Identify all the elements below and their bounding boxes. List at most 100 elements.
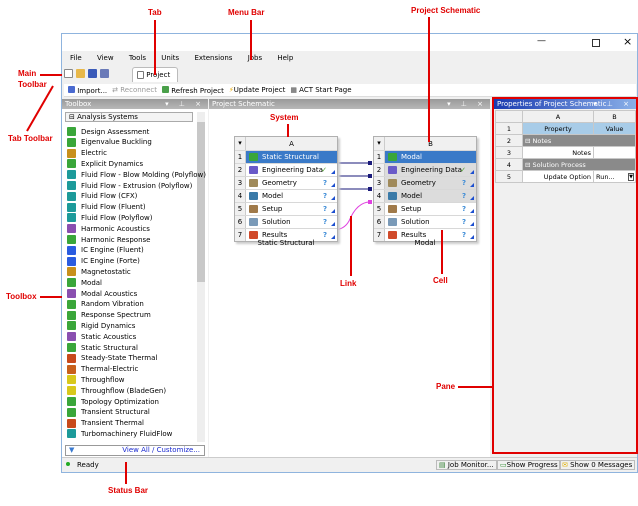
toolbox-item[interactable]: Modal Acoustics: [67, 288, 137, 299]
toolbox-item[interactable]: Fluid Flow - Blow Molding (Polyflow): [67, 169, 206, 180]
toolbox-header: Toolbox ▾ ⊥ ×: [62, 99, 208, 109]
toolbox-item[interactable]: Steady-State Thermal: [67, 353, 157, 364]
toolbox-item[interactable]: Random Vibration: [67, 299, 144, 310]
menu-tools[interactable]: Tools: [129, 54, 146, 62]
toolbox-item[interactable]: Fluid Flow - Extrusion (Polyflow): [67, 180, 192, 191]
analysis-system-icon: [67, 418, 76, 428]
toolbox-item[interactable]: Throughflow (BladeGen): [67, 385, 166, 396]
refresh-project-button[interactable]: Refresh Project: [162, 85, 224, 95]
system-cell[interactable]: 1 Static Structural: [235, 150, 337, 163]
system-b-caption[interactable]: Modal: [373, 239, 477, 247]
open-icon[interactable]: [76, 69, 85, 78]
toolbox-item[interactable]: Static Acoustics: [67, 331, 136, 342]
menu-file[interactable]: File: [70, 54, 82, 62]
system-b[interactable]: ▾ B 1 Modal 2 Engineering Data ✓ 3 Geometry? 4 Mod…: [373, 136, 477, 242]
toolbox-item[interactable]: Thermal-Electric: [67, 364, 138, 375]
analysis-system-icon: [67, 148, 76, 158]
new-icon[interactable]: [64, 69, 73, 78]
toolbox-item[interactable]: Fluid Flow (Fluent): [67, 202, 146, 213]
system-menu-icon[interactable]: ▾: [235, 137, 246, 150]
menu-view[interactable]: View: [97, 54, 114, 62]
job-monitor-button[interactable]: ▤ Job Monitor...: [436, 460, 497, 470]
property-value[interactable]: Run... ▼: [593, 170, 636, 183]
system-menu-icon[interactable]: ▾: [374, 137, 385, 150]
reconnect-button[interactable]: ⇄ Reconnect: [112, 86, 157, 94]
view-all-customize-link[interactable]: View All / Customize...: [122, 446, 200, 455]
toolbox-item[interactable]: Rigid Dynamics: [67, 320, 135, 331]
status-icon: ?: [322, 218, 327, 226]
status-icon: ✓: [460, 166, 466, 174]
system-cell[interactable]: 4 Model?: [235, 189, 337, 202]
toolbox-item[interactable]: Magnetostatic: [67, 266, 131, 277]
save-as-icon[interactable]: [100, 69, 109, 78]
analysis-systems-group[interactable]: ⊟ Analysis Systems: [65, 112, 193, 122]
property-row[interactable]: 3 Notes: [495, 146, 636, 159]
pane-controls[interactable]: ▾ ⊥ ×: [447, 99, 487, 109]
system-cell[interactable]: 5 Setup?: [374, 202, 476, 215]
system-cell[interactable]: 4 Model?: [374, 189, 476, 202]
toolbox-item[interactable]: Fluid Flow (CFX): [67, 191, 137, 202]
toolbox-item[interactable]: Modal: [67, 277, 102, 288]
system-cell[interactable]: 6 Solution?: [235, 215, 337, 228]
property-row[interactable]: 5 Update Option Run... ▼: [495, 170, 636, 183]
status-icon: ?: [322, 179, 327, 187]
toolbox-item[interactable]: Fluid Flow (Polyflow): [67, 212, 152, 223]
property-row[interactable]: 2 ⊟ Notes: [495, 134, 636, 147]
system-cell[interactable]: 3 Geometry?: [374, 176, 476, 189]
show-messages-button[interactable]: ✉ Show 0 Messages: [559, 460, 636, 470]
toolbox-item[interactable]: Harmonic Response: [67, 234, 150, 245]
system-cell[interactable]: 2 Engineering Data ✓: [374, 163, 476, 176]
maximize-button[interactable]: [592, 39, 600, 47]
toolbox-item[interactable]: Response Spectrum: [67, 310, 151, 321]
annotation-status-bar: Status Bar: [108, 486, 149, 495]
property-value[interactable]: [593, 146, 636, 159]
analysis-system-icon: [67, 170, 76, 180]
pane-controls[interactable]: ▾ ⊥ ×: [593, 99, 633, 109]
analysis-system-icon: [67, 407, 76, 417]
system-cell[interactable]: 2 Engineering Data ✓: [235, 163, 337, 176]
minimize-button[interactable]: —: [537, 36, 546, 46]
show-progress-button[interactable]: ▭Show Progress: [497, 460, 561, 470]
toolbox-footer: ▼ View All / Customize...: [65, 445, 205, 456]
act-start-page-button[interactable]: ▦ ACT Start Page: [290, 86, 351, 94]
system-cell[interactable]: 1 Modal: [374, 150, 476, 163]
filter-icon[interactable]: ▼: [69, 446, 74, 454]
status-icon: ✓: [321, 166, 327, 174]
toolbox-item[interactable]: Transient Thermal: [67, 418, 144, 429]
system-cell[interactable]: 5 Setup?: [235, 202, 337, 215]
update-project-button[interactable]: ⚡Update Project: [229, 86, 285, 94]
menu-extensions[interactable]: Extensions: [194, 54, 232, 62]
property-row[interactable]: 4 ⊟ Solution Process: [495, 158, 636, 171]
import-button[interactable]: Import...: [68, 85, 107, 95]
analysis-system-icon: [67, 375, 76, 385]
system-a-caption[interactable]: Static Structural: [234, 239, 338, 247]
toolbox-item[interactable]: IC Engine (Forte): [67, 256, 140, 267]
pane-controls[interactable]: ▾ ⊥ ×: [165, 99, 205, 109]
toolbox-item[interactable]: Harmonic Acoustics: [67, 223, 150, 234]
system-cell[interactable]: 6 Solution?: [374, 215, 476, 228]
menu-help[interactable]: Help: [277, 54, 293, 62]
toolbox-item[interactable]: Transient Structural: [67, 407, 150, 418]
cell-icon: [388, 218, 397, 226]
property-row[interactable]: 1 Property Value: [495, 122, 636, 135]
status-icon: ?: [461, 192, 466, 200]
toolbox-item[interactable]: Design Assessment: [67, 126, 149, 137]
dropdown-icon[interactable]: ▼: [628, 173, 634, 181]
status-text: Ready: [77, 461, 99, 469]
close-button[interactable]: ×: [623, 35, 632, 48]
toolbox-scrollbar[interactable]: [197, 112, 205, 442]
toolbox-item[interactable]: Throughflow: [67, 374, 124, 385]
toolbox-item[interactable]: Electric: [67, 148, 107, 159]
toolbox-item[interactable]: Turbomachinery FluidFlow: [67, 428, 172, 439]
menu-units[interactable]: Units: [161, 54, 179, 62]
save-icon[interactable]: [88, 69, 97, 78]
toolbox-item[interactable]: Explicit Dynamics: [67, 158, 143, 169]
toolbox-item[interactable]: Eigenvalue Buckling: [67, 137, 152, 148]
toolbox-item[interactable]: Topology Optimization: [67, 396, 159, 407]
toolbox-item[interactable]: Static Structural: [67, 342, 138, 353]
toolbox-item[interactable]: IC Engine (Fluent): [67, 245, 144, 256]
status-icon: ?: [461, 179, 466, 187]
system-a[interactable]: ▾ A 1 Static Structural 2 Engineering Data ✓ 3 G…: [234, 136, 338, 242]
analysis-system-icon: [67, 310, 76, 320]
system-cell[interactable]: 3 Geometry?: [235, 176, 337, 189]
